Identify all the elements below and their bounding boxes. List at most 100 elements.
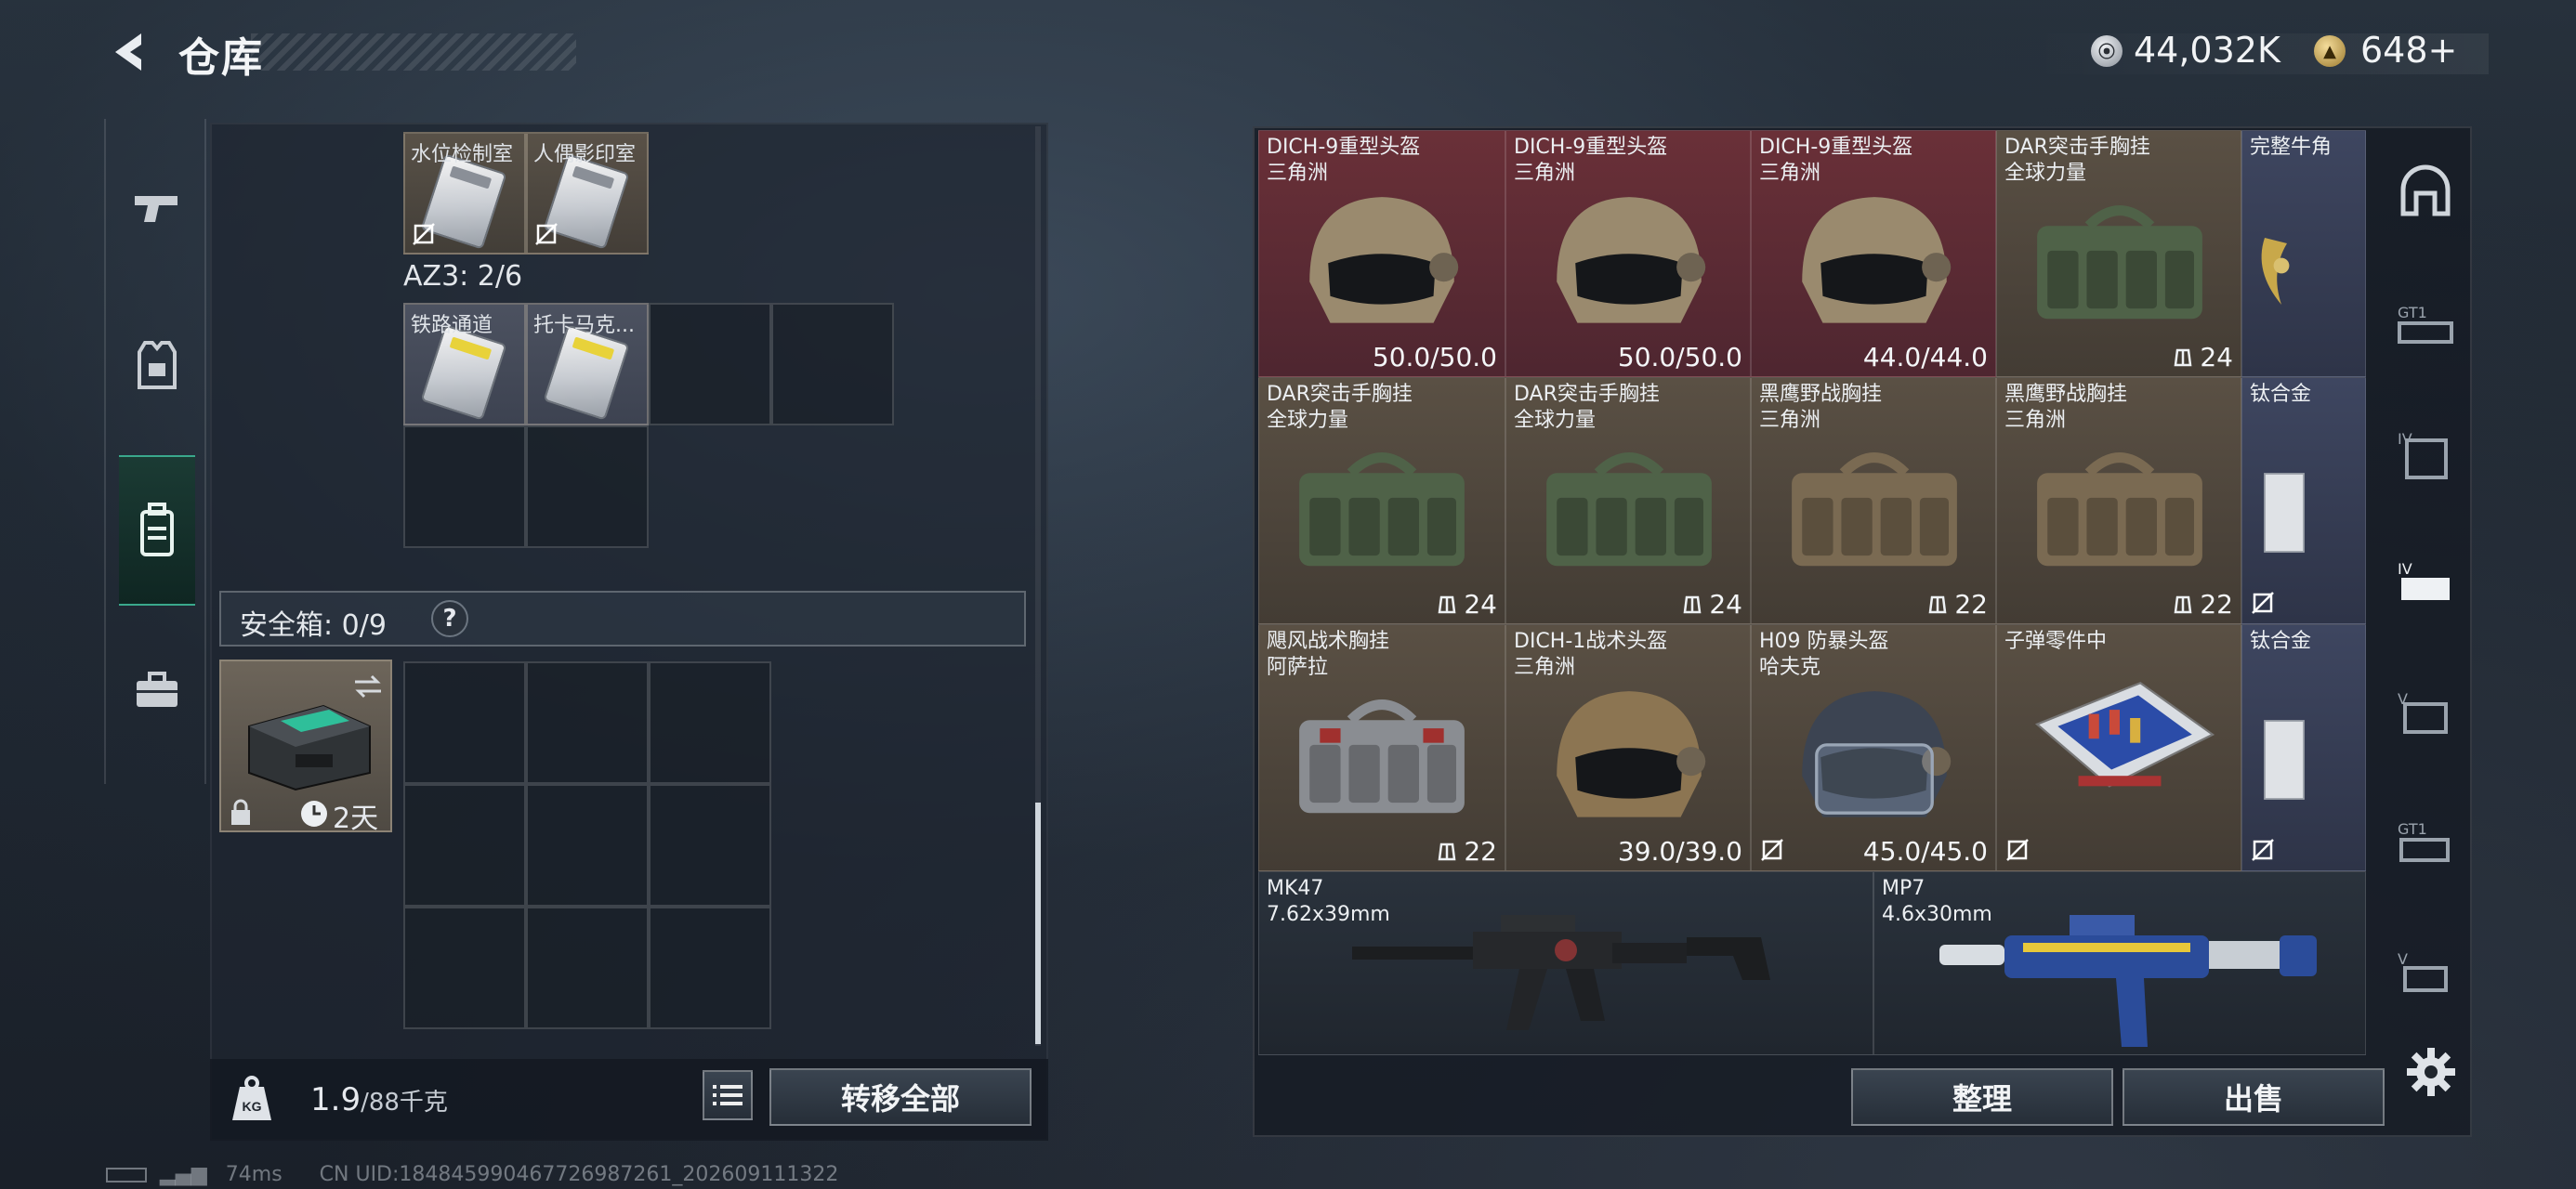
item-value: 24 [2172, 342, 2233, 372]
az3-capacity-label: AZ3: 2/6 [403, 260, 523, 293]
empty-slot[interactable] [526, 661, 649, 784]
empty-slot[interactable] [649, 303, 771, 425]
container-scrollbar[interactable] [1035, 803, 1041, 1044]
stash-item-tile[interactable]: 钛合金 [2241, 377, 2366, 624]
helmet-tan-image [1802, 197, 1952, 323]
item-value: 22 [1436, 836, 1497, 867]
capacity-icon [1928, 595, 1947, 613]
item-name: DICH-9重型头盔 三角洲 [1514, 136, 1668, 185]
stash-item-tile[interactable]: DICH-9重型头盔 三角洲 50.0/50.0 [1505, 130, 1751, 377]
v-rig-icon[interactable]: V [2396, 944, 2455, 1003]
rig-green-image [1546, 452, 1712, 567]
stash-item-tile[interactable]: DAR突击手胸挂 全球力量 24 [1996, 130, 2241, 377]
safe-box-item[interactable]: 2天 [219, 660, 392, 835]
ping-value: 74ms [225, 1163, 283, 1186]
v-armor-icon[interactable]: V [2396, 684, 2455, 743]
item-name: DAR突击手胸挂 全球力量 [1514, 383, 1660, 432]
weight-max: /88千克 [361, 1089, 448, 1117]
helmet-tan-image [1309, 197, 1459, 323]
helmet-tan-image [1557, 197, 1706, 323]
weapon-tile-mp7[interactable]: MP7 4.6x30mm [1873, 871, 2366, 1055]
item-name: 飓风战术胸挂 阿萨拉 [1267, 630, 1390, 679]
iv-vest-icon[interactable]: IV [2396, 554, 2455, 613]
uid-text: CN UID:18484599046772698726​1_2026091113… [319, 1163, 839, 1186]
rig-tan-image [1792, 452, 1957, 567]
organize-button[interactable]: 整理 [1851, 1068, 2113, 1126]
empty-slot[interactable] [771, 303, 894, 425]
smg-mp7-image [1939, 915, 2317, 1047]
empty-slot[interactable] [403, 661, 526, 784]
transfer-all-button[interactable]: 转移全部 [769, 1068, 1032, 1126]
item-name: DICH-9重型头盔 三角洲 [1759, 136, 1913, 185]
unlinked-icon [413, 223, 435, 245]
empty-slot[interactable] [649, 907, 771, 1029]
stash-item-tile[interactable]: DICH-9重型头盔 三角洲 44.0/44.0 [1751, 130, 1996, 377]
safe-box-header: 安全箱: 0/9 ? [219, 591, 1026, 647]
iv-armor-icon[interactable]: IV [2396, 424, 2455, 483]
empty-slot[interactable] [403, 784, 526, 907]
stash-item-tile[interactable]: DAR突击手胸挂 全球力量 24 [1505, 377, 1751, 624]
svg-text:GT1: GT1 [2398, 820, 2427, 838]
stash-item-tile[interactable]: 钛合金 [2241, 624, 2366, 871]
item-label: 人偶影印室 [533, 143, 637, 166]
empty-slot[interactable] [526, 425, 649, 548]
stash-item-tile[interactable]: 黑鹰野战胸挂 三角洲 22 [1996, 377, 2241, 624]
empty-slot[interactable] [526, 784, 649, 907]
gt1-vest-icon[interactable]: GT1 [2396, 814, 2455, 873]
vest-icon [138, 341, 177, 389]
backpack-tab[interactable] [119, 455, 195, 606]
helmet-slot-icon[interactable] [2396, 163, 2455, 223]
stash-item-tile[interactable]: 完整牛角 [2241, 130, 2366, 377]
capacity-icon [1438, 843, 1456, 860]
empty-slot[interactable] [649, 784, 771, 907]
ammo-box-image [2034, 681, 2215, 788]
signal-icon: ▂▄▆ [160, 1163, 207, 1186]
item-value: 22 [2172, 589, 2233, 620]
gt1-rig-icon[interactable]: GT1 [2396, 294, 2455, 353]
weapon-tab[interactable] [115, 165, 199, 249]
stash-item-tile[interactable]: H09 防暴头盔 哈夫克 45.0/45.0 [1751, 624, 1996, 871]
keycard-item[interactable]: 托卡马克... [526, 303, 649, 425]
list-icon [713, 1085, 743, 1105]
stash-item-tile[interactable]: 黑鹰野战胸挂 三角洲 22 [1751, 377, 1996, 624]
svg-text:V: V [2398, 950, 2408, 968]
item-name: DAR突击手胸挂 全球力量 [2004, 136, 2150, 185]
list-view-button[interactable] [703, 1070, 753, 1120]
stash-item-tile[interactable]: DICH-9重型头盔 三角洲 50.0/50.0 [1258, 130, 1505, 377]
swap-icon [355, 674, 381, 699]
stash-item-tile[interactable]: DICH-1战术头盔 三角洲 39.0/39.0 [1505, 624, 1751, 871]
item-name: DICH-1战术头盔 三角洲 [1514, 630, 1668, 679]
sell-button[interactable]: 出售 [2123, 1068, 2385, 1126]
keycard-item[interactable]: 人偶影印室 [526, 132, 649, 255]
empty-slot[interactable] [526, 907, 649, 1029]
armor-tab[interactable] [115, 323, 199, 407]
settings-gear-icon[interactable] [2405, 1046, 2457, 1098]
item-name: DAR突击手胸挂 全球力量 [1267, 383, 1413, 432]
stash-item-tile[interactable]: DAR突击手胸挂 全球力量 24 [1258, 377, 1505, 624]
item-value: 22 [1926, 589, 1988, 620]
keycard-item[interactable]: 水位检制室 [403, 132, 526, 255]
back-arrow-icon[interactable] [104, 28, 152, 76]
stash-item-tile[interactable]: 子弹零件中 [1996, 624, 2241, 871]
empty-slot[interactable] [403, 425, 526, 548]
stash-item-tile[interactable]: 飓风战术胸挂 阿萨拉 22 [1258, 624, 1505, 871]
weight-display: 1.9/88千克 [310, 1081, 448, 1118]
capacity-icon [2174, 348, 2192, 366]
briefcase-icon [137, 672, 177, 707]
case-tab[interactable] [115, 648, 199, 732]
item-name: 完整牛角 [2250, 136, 2333, 159]
equipment-slot-nav: GT1 IV IV V GT1 V [2375, 126, 2472, 1018]
empty-slot[interactable] [403, 907, 526, 1029]
weapon-tile-mk47[interactable]: MK47 7.62x39mm [1258, 871, 1873, 1055]
weight-icon: KG [232, 1076, 271, 1120]
empty-slot[interactable] [649, 661, 771, 784]
svg-text:GT1: GT1 [2398, 304, 2427, 321]
safe-box-label: 安全箱: 0/9 [240, 609, 387, 642]
gold-currency-value[interactable]: 648+ [2360, 30, 2457, 71]
capacity-icon [2174, 595, 2192, 613]
silver-currency-value: 44,032K [2134, 30, 2280, 71]
item-name: DICH-9重型头盔 三角洲 [1267, 136, 1421, 185]
keycard-item[interactable]: 铁路通道 [403, 303, 526, 425]
unlinked-icon [535, 223, 558, 245]
help-icon[interactable]: ? [431, 600, 468, 637]
